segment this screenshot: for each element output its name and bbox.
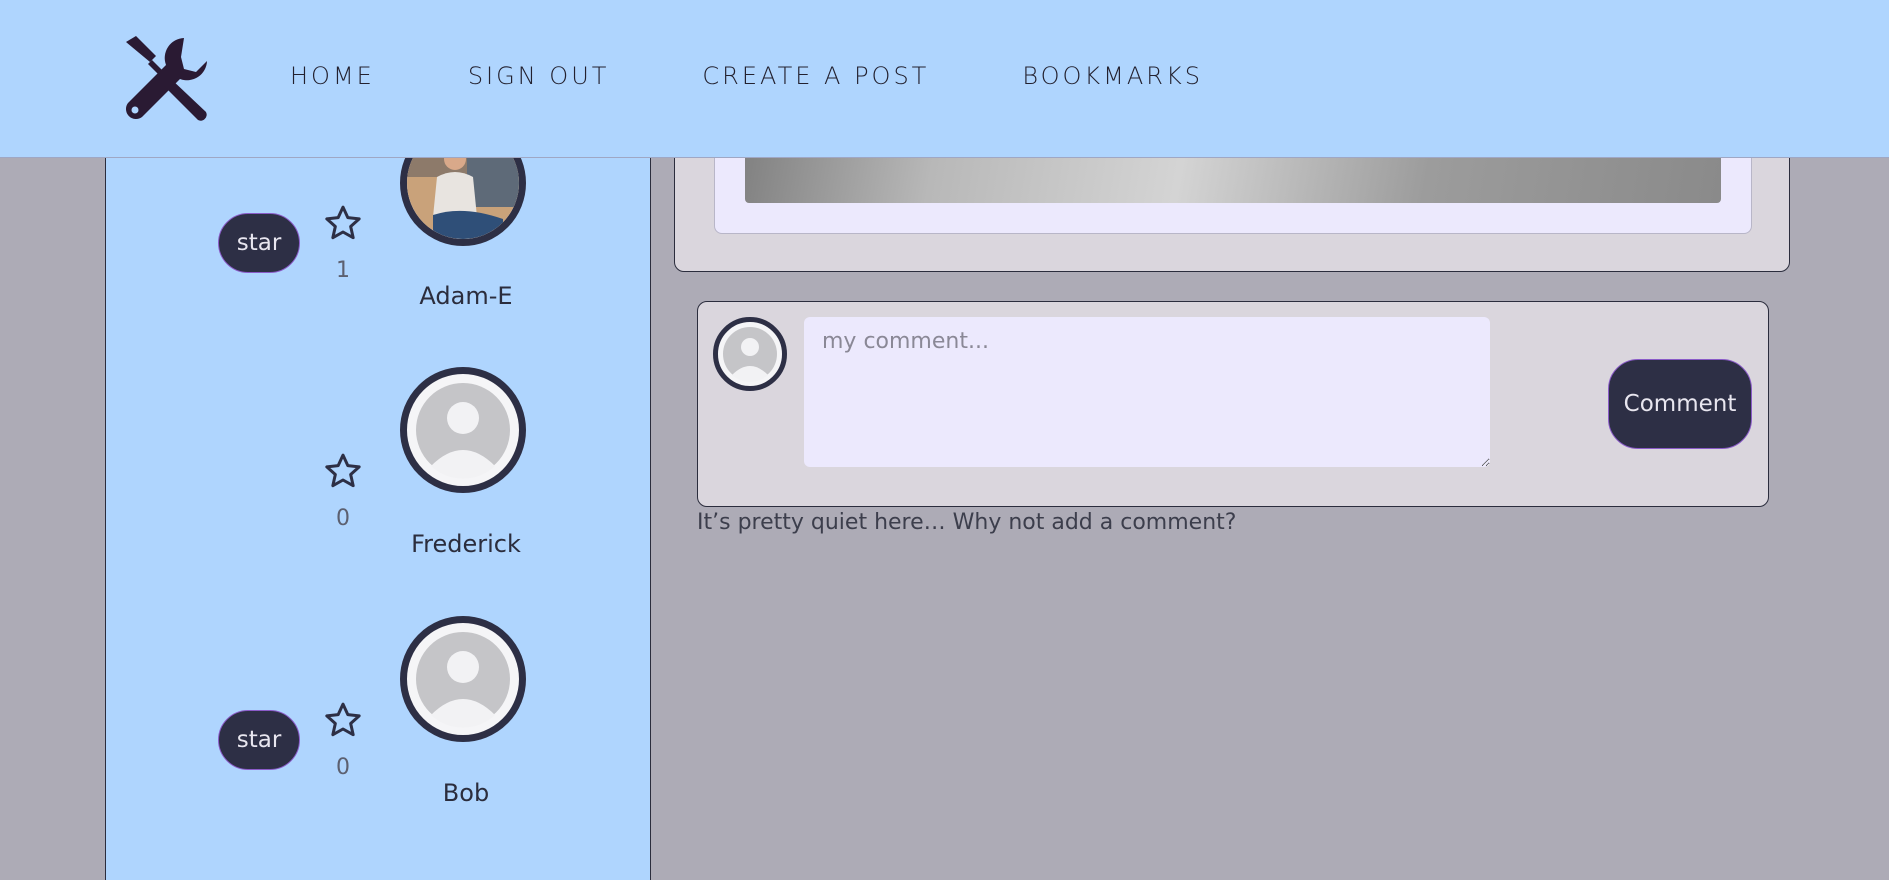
username[interactable]: Frederick <box>366 530 566 558</box>
tools-icon[interactable] <box>122 34 212 124</box>
comment-button[interactable]: Comment <box>1608 359 1752 449</box>
comment-input[interactable] <box>804 317 1490 467</box>
username[interactable]: Adam-E <box>366 282 566 310</box>
default-avatar-icon <box>416 632 510 728</box>
default-avatar-icon <box>416 383 510 479</box>
avatar[interactable] <box>400 616 526 742</box>
users-sidebar: star 1 Adam-E 0 Frederick star 0 Bob <box>105 120 651 880</box>
default-avatar-icon <box>723 327 777 382</box>
star-icon[interactable] <box>322 451 364 491</box>
user-item: 0 Frederick <box>106 367 650 590</box>
star-icon[interactable] <box>322 203 364 243</box>
nav-home[interactable]: HOME <box>290 62 375 90</box>
comment-form: Comment <box>697 301 1769 507</box>
user-item: star 1 Adam-E <box>106 120 650 340</box>
nav-create-post[interactable]: CREATE A POST <box>702 62 929 90</box>
star-count: 1 <box>336 258 350 283</box>
star-button[interactable]: star <box>218 213 300 273</box>
username[interactable]: Bob <box>366 779 566 807</box>
main-navigation: HOME SIGN OUT CREATE A POST BOOKMARKS <box>290 62 1203 90</box>
star-button[interactable]: star <box>218 710 300 770</box>
star-count: 0 <box>336 506 350 531</box>
star-count: 0 <box>336 755 350 780</box>
nav-sign-out[interactable]: SIGN OUT <box>468 62 610 90</box>
nav-bookmarks[interactable]: BOOKMARKS <box>1022 62 1203 90</box>
star-icon[interactable] <box>322 700 364 740</box>
avatar <box>713 317 787 391</box>
user-item: star 0 Bob <box>106 616 650 840</box>
avatar[interactable] <box>400 367 526 493</box>
empty-comments-message: It’s pretty quiet here… Why not add a co… <box>697 510 1237 535</box>
top-nav-bar: HOME SIGN OUT CREATE A POST BOOKMARKS <box>0 0 1889 158</box>
